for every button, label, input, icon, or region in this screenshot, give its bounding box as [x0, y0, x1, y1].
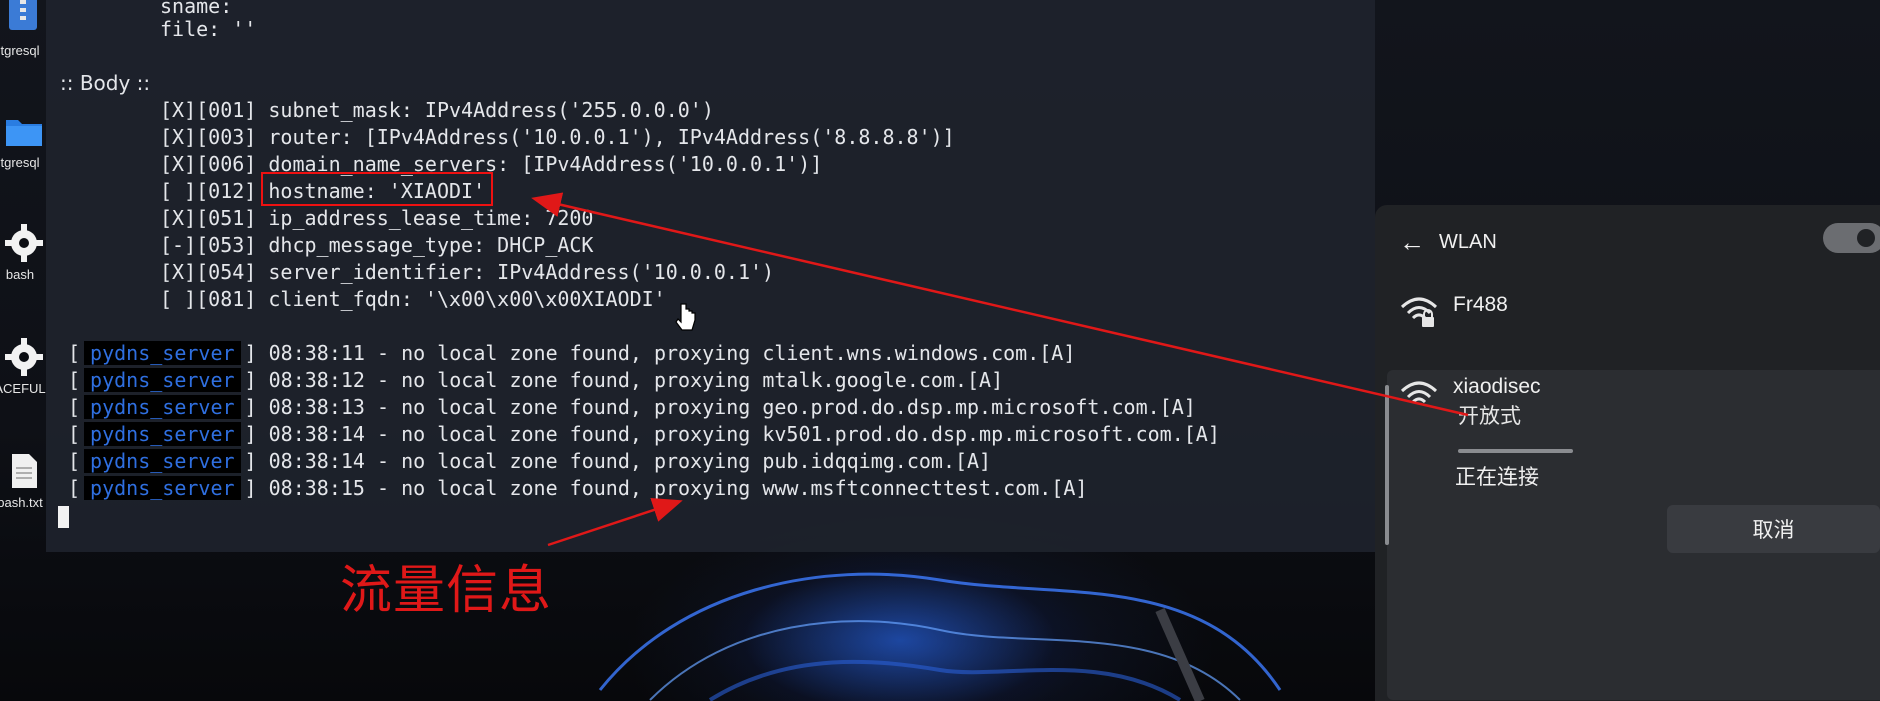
terminal-line: [X][001] subnet_mask: IPv4Address('255.0…	[160, 98, 714, 122]
wallpaper-swirl-graphic	[598, 572, 1282, 701]
log-tag: pydns_server	[84, 368, 241, 392]
wlan-title: WLAN	[1439, 231, 1497, 253]
toggle-knob	[1857, 229, 1875, 247]
log-message: - no local zone found, proxying www.msft…	[364, 476, 1088, 500]
log-line: [pydns_server] 08:38:14 - no local zone …	[68, 422, 1220, 446]
desktop-icon-bash[interactable]: bash	[0, 224, 48, 282]
back-arrow-icon[interactable]: ←	[1399, 227, 1429, 258]
desktop-icon-archive[interactable]: tgresql	[0, 0, 48, 58]
desktop-icon-label: tgresql	[0, 155, 40, 170]
network-item-fr488[interactable]: Fr488	[1399, 293, 1508, 329]
log-line: [pydns_server] 08:38:11 - no local zone …	[68, 341, 1076, 365]
cancel-button[interactable]: 取消	[1667, 505, 1880, 553]
wifi-icon	[1400, 381, 1438, 404]
connection-status: 正在连接	[1455, 466, 1539, 489]
log-line: [pydns_server] 08:38:12 - no local zone …	[68, 368, 1004, 392]
connecting-progress-bar	[1458, 449, 1573, 453]
gear-icon	[5, 224, 43, 262]
log-time: 08:38:13	[268, 395, 365, 419]
desktop-icon-label: bash	[5, 267, 35, 282]
log-tag: pydns_server	[84, 422, 241, 446]
desktop-icon-aceful[interactable]: ACEFUL	[0, 338, 48, 396]
log-line: [pydns_server] 08:38:13 - no local zone …	[68, 395, 1196, 419]
log-message: - no local zone found, proxying client.w…	[364, 341, 1076, 365]
network-security-label: 开放式	[1458, 405, 1521, 428]
log-message: - no local zone found, proxying mtalk.go…	[364, 368, 1004, 392]
wifi-lock-icon	[1400, 297, 1438, 327]
log-time: 08:38:14	[268, 449, 365, 473]
terminal-line: sname:	[160, 0, 245, 18]
terminal-line: [ ][081] client_fqdn: '\x00\x00\x00XIAOD…	[160, 287, 666, 311]
terminal-line: [X][054] server_identifier: IPv4Address(…	[160, 260, 775, 284]
desktop-icon-label: ACEFUL	[0, 381, 46, 396]
log-line: [pydns_server] 08:38:15 - no local zone …	[68, 476, 1088, 500]
archive-file-icon	[9, 0, 37, 30]
log-message: - no local zone found, proxying geo.prod…	[364, 395, 1196, 419]
log-message: - no local zone found, proxying pub.idqq…	[364, 449, 992, 473]
wlan-header: ← WLAN	[1399, 227, 1497, 258]
log-time: 08:38:15	[268, 476, 365, 500]
mouse-cursor-icon	[675, 303, 696, 331]
terminal-line: [X][003] router: [IPv4Address('10.0.0.1'…	[160, 125, 955, 149]
log-tag: pydns_server	[84, 449, 241, 473]
folder-icon	[6, 120, 42, 146]
terminal-line: [-][053] dhcp_message_type: DHCP_ACK	[160, 233, 594, 257]
log-tag: pydns_server	[84, 476, 241, 500]
section-header: :: Body ::	[60, 71, 151, 95]
log-line: [pydns_server] 08:38:14 - no local zone …	[68, 449, 992, 473]
log-time: 08:38:11	[268, 341, 365, 365]
terminal-line: [X][051] ip_address_lease_time: 7200	[160, 206, 594, 230]
network-name: xiaodisec	[1453, 375, 1541, 398]
desktop-icon-label: tgresql	[0, 43, 40, 58]
log-time: 08:38:14	[268, 422, 365, 446]
log-message: - no local zone found, proxying kv501.pr…	[364, 422, 1220, 446]
network-name: Fr488	[1453, 293, 1508, 316]
wlan-panel: ← WLAN Fr488 xiaodisec 开放式 正在连接 取消	[1375, 205, 1880, 701]
terminal-window[interactable]: sname: file: '' :: Body :: [X][001] subn…	[46, 0, 1375, 552]
log-tag: pydns_server	[84, 395, 241, 419]
desktop-icon-bash-txt[interactable]: bash.txt	[0, 452, 48, 510]
selection-indicator	[1385, 385, 1389, 545]
terminal-line: file: ''	[160, 17, 257, 41]
log-time: 08:38:12	[268, 368, 365, 392]
terminal-cursor	[58, 506, 69, 528]
gear-icon	[5, 338, 43, 376]
hostname-highlight-box	[261, 172, 493, 206]
traffic-info-annotation: 流量信息	[340, 561, 553, 621]
desktop-icon-folder[interactable]: tgresql	[0, 112, 48, 170]
text-file-icon	[12, 454, 37, 488]
wlan-toggle[interactable]	[1823, 223, 1880, 253]
log-tag: pydns_server	[84, 341, 241, 365]
desktop-icon-label: bash.txt	[0, 495, 43, 510]
